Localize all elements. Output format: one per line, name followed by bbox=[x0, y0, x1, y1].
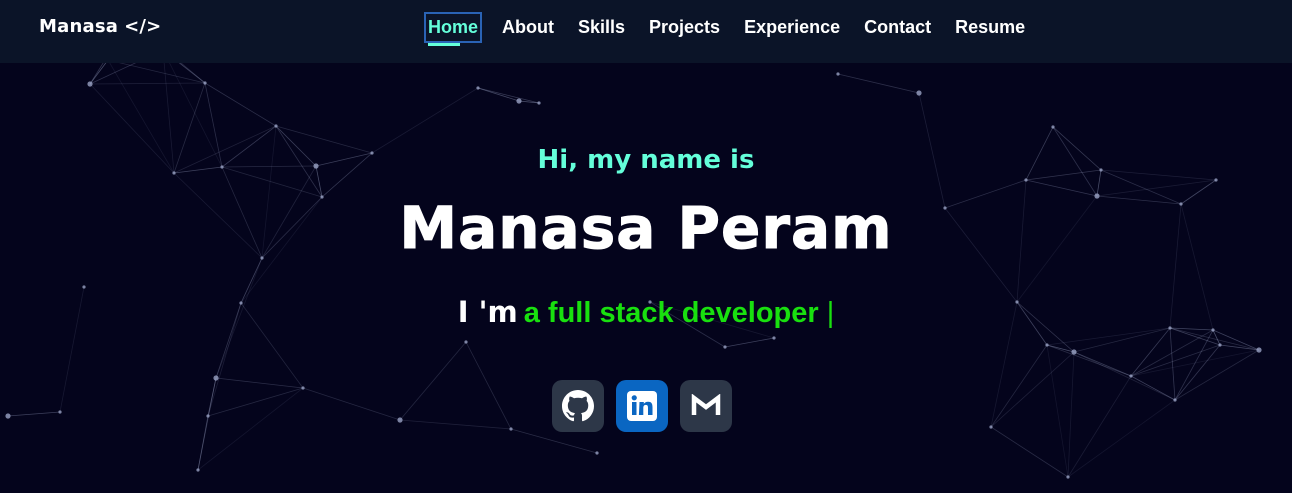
code-icon: </> bbox=[124, 16, 162, 37]
github-icon bbox=[562, 390, 594, 422]
brand-logo[interactable]: Manasa </> bbox=[39, 16, 161, 37]
brand-name: Manasa bbox=[39, 16, 119, 37]
tagline-prefix: I 'm bbox=[457, 295, 518, 329]
nav-item-projects[interactable]: Projects bbox=[645, 12, 724, 43]
hero-section: Hi, my name is Manasa Peram I 'm a full s… bbox=[0, 0, 1292, 493]
nav-item-resume[interactable]: Resume bbox=[951, 12, 1029, 43]
github-button[interactable] bbox=[552, 380, 604, 432]
nav-item-experience[interactable]: Experience bbox=[740, 12, 844, 43]
typing-cursor: | bbox=[826, 297, 835, 329]
linkedin-icon bbox=[626, 390, 658, 422]
gmail-icon bbox=[691, 394, 721, 418]
social-links bbox=[552, 380, 744, 432]
gmail-button[interactable] bbox=[680, 380, 732, 432]
nav-item-home[interactable]: Home bbox=[424, 12, 483, 46]
nav-item-about[interactable]: About bbox=[498, 12, 558, 43]
linkedin-button[interactable] bbox=[616, 380, 668, 432]
tagline-role: a full stack developer bbox=[523, 297, 819, 329]
navbar: Manasa </> Home About Skills Projects Exp… bbox=[0, 0, 1292, 63]
hero-greeting: Hi, my name is bbox=[537, 145, 755, 175]
hero-tagline: I 'm a full stack developer | bbox=[0, 295, 1292, 330]
hero-name: Manasa Peram bbox=[399, 194, 893, 263]
nav-item-skills[interactable]: Skills bbox=[574, 12, 629, 43]
nav-links: Home About Skills Projects Experience Co… bbox=[424, 12, 1045, 46]
nav-item-contact[interactable]: Contact bbox=[860, 12, 935, 43]
